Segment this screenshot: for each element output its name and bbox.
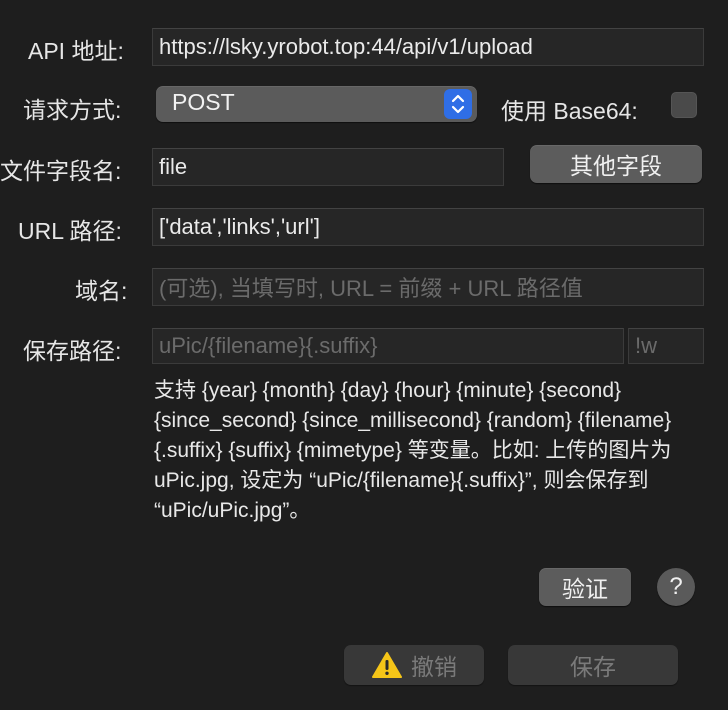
file-field-input[interactable]: file — [152, 148, 504, 186]
help-button[interactable]: ? — [657, 568, 695, 606]
method-select[interactable]: POST — [156, 86, 477, 122]
base64-checkbox[interactable] — [671, 92, 697, 118]
save-path-field[interactable]: uPic/{filename}{.suffix} — [152, 328, 624, 364]
variables-help-text: 支持 {year} {month} {day} {hour} {minute} … — [154, 379, 672, 522]
cancel-button[interactable]: 撤销 — [344, 645, 484, 685]
cancel-button-label: 撤销 — [411, 654, 457, 680]
help-icon: ? — [669, 573, 683, 600]
save-path-label: 保存路径: — [23, 338, 122, 364]
api-url-field[interactable]: https://lsky.yrobot.top:44/api/v1/upload — [152, 28, 704, 66]
chevron-up-down-icon — [444, 89, 472, 119]
base64-label: 使用 Base64: — [501, 98, 638, 124]
method-select-value: POST — [172, 89, 235, 115]
file-field-label: 文件字段名: — [0, 158, 122, 184]
suffix-field[interactable]: !w — [628, 328, 704, 364]
domain-label: 域名: — [75, 278, 128, 304]
domain-field[interactable]: (可选), 当填写时, URL = 前缀 + URL 路径值 — [152, 268, 704, 306]
url-path-field[interactable]: ['data','links','url'] — [152, 208, 704, 246]
other-fields-button[interactable]: 其他字段 — [530, 145, 702, 183]
warning-icon — [371, 651, 403, 679]
save-button[interactable]: 保存 — [508, 645, 678, 685]
verify-button[interactable]: 验证 — [539, 568, 631, 606]
method-label: 请求方式: — [23, 97, 122, 123]
api-label: API 地址: — [28, 38, 124, 64]
url-path-label: URL 路径: — [18, 218, 122, 244]
